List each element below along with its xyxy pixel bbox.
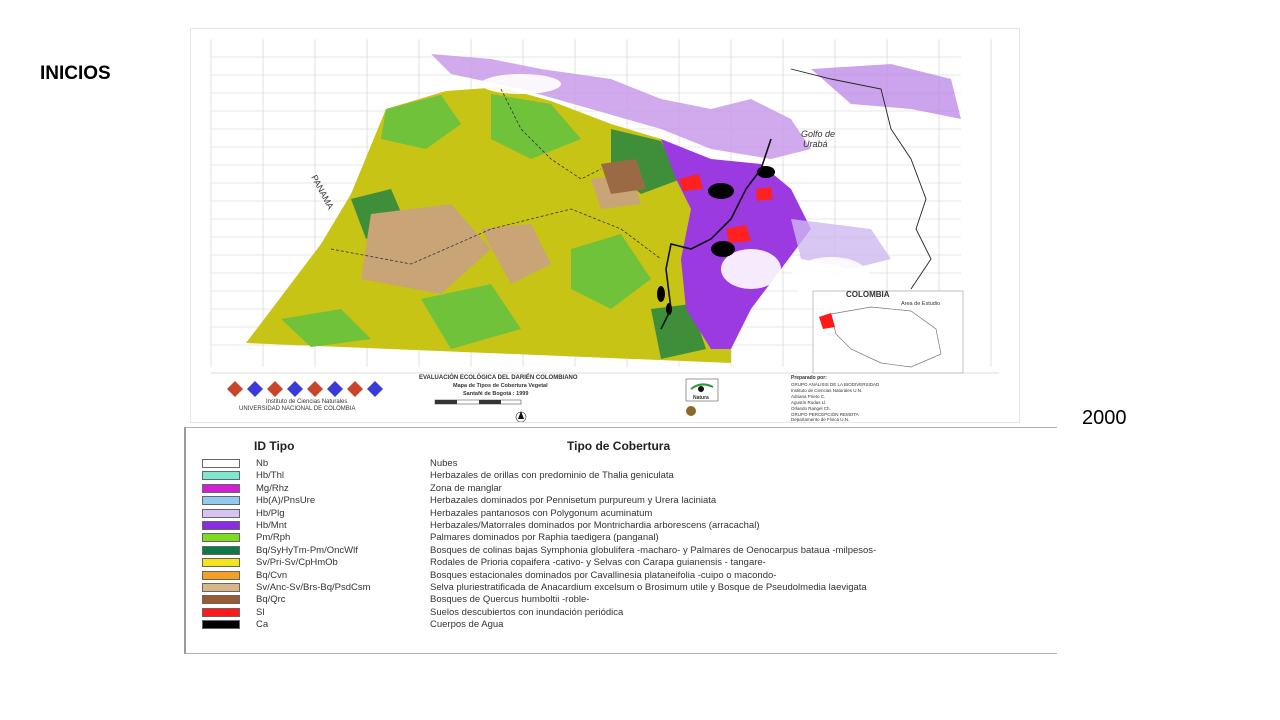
legend-swatch [202,471,240,481]
legend-description: Herbazales dominados por Pennisetum purp… [430,495,717,507]
gulf-label-line2: Urabá [803,139,828,149]
legend-swatch [202,520,240,530]
legend-description: Cuerpos de Agua [430,619,504,631]
legend-code: Hb/Thl [256,470,284,482]
legend-row: Nb Nubes [200,458,1051,470]
legend-swatch [202,570,240,580]
panama-label: PANAMA [309,173,335,211]
legend-swatch [202,582,240,592]
inset-title: COLOMBIA [846,290,890,299]
legend-description: Zona de manglar [430,482,502,494]
legend-swatch [202,607,240,617]
prepared-institute: Instituto de Ciencias Naturales U.N. [791,388,862,393]
legend-row: Bq/SyHyTm-Pm/OncWlf Bosques de colinas ba… [200,545,1051,557]
place-year: Santafé de Bogotá : 1999 [463,391,528,397]
natura-label: Natura [693,395,709,401]
legend-swatch [202,595,240,605]
legend-code: Hb/Plg [256,507,285,519]
legend-row: Ca Cuerpos de Agua [200,619,1051,631]
legend-header-type: Tipo de Cobertura [567,439,671,453]
location-inset: COLOMBIA Area de Estudio [812,290,964,374]
institute-line2: UNIVERSIDAD NACIONAL DE COLOMBIA [239,406,355,412]
legend-code: Bq/SyHyTm-Pm/OncWlf [256,544,358,556]
legend-header-id: ID Tipo [254,439,295,453]
legend-description: Bosques de Quercus humboltii -roble- [430,594,590,606]
map-title: Mapa de Tipos de Cobertura Vegetal [453,383,548,389]
map-canvas: PANAMA Golfo de Urabá COLOMBIA Area de E… [210,39,999,422]
slide-title: INICIOS [40,63,111,84]
legend-swatch [202,620,240,630]
vegetation-map: PANAMA Golfo de Urabá COLOMBIA Area de E… [190,28,1020,423]
legend-row: Bq/Cvn Bosques estacionales dominados por… [200,570,1051,582]
legend-code: Bq/Cvn [256,569,288,581]
legend-description: Herbazales pantanosos con Polygonum acum… [430,507,653,519]
project-title: EVALUACIÓN ECOLÓGICA DEL DARIÉN COLOMBIA… [419,373,578,381]
year-label: 2000 [1082,407,1127,429]
legend-code: Ca [256,619,269,631]
legend-description: Suelos descubiertos con inundación perió… [430,606,624,618]
legend-row: Hb/Thl Herbazales de orillas con predomin… [200,470,1051,482]
legend-code: Nb [256,458,269,469]
legend-row: Hb(A)/PnsUre Herbazales dominados por Pen… [200,495,1051,507]
legend-description: Bosques estacionales dominados por Caval… [430,569,777,581]
legend-description: Palmares dominados por Raphia taedigera … [430,532,659,544]
legend-code: Sv/Anc-Sv/Brs-Bq/PsdCsm [256,581,371,593]
legend-description: Herbazales de orillas con predominio de … [430,470,674,482]
legend-code: Bq/Qrc [256,594,286,606]
legend-row: Hb/Mnt Herbazales/Matorrales dominados po… [200,520,1051,532]
legend-code: Hb(A)/PnsUre [256,495,316,507]
north-arrow-icon [515,411,527,422]
legend-description: Selva pluriestratificada de Anacardium e… [430,581,867,593]
sensing-dept: Departamento de Física U.N. [791,417,849,422]
legend-row: Bq/Qrc Bosques de Quercus humboltii -robl… [200,594,1051,606]
legend-description: Herbazales/Matorrales dominados por Mont… [430,519,760,531]
prepared-group: GRUPO ANÁLISIS DE LA BIODIVERSIDAD [791,381,880,387]
legend-description: Bosques de colinas bajas Symphonia globu… [430,544,877,556]
map-legend: ID Tipo Tipo de Cobertura Nb Nubes Hb/Thl H… [184,427,1057,654]
legend-swatch [202,545,240,555]
legend-row: Mg/Rhz Zona de manglar [200,483,1051,495]
inset-subtitle: Area de Estudio [901,301,940,307]
legend-description: Rodales de Prioria copaifera -cativo- y … [430,557,766,569]
legend-swatch [202,459,240,468]
legend-description: Nubes [430,458,458,469]
legend-swatch [202,533,240,543]
legend-row: Sv/Anc-Sv/Brs-Bq/PsdCsm Selva pluriestrat… [200,582,1051,594]
scale-bar [434,399,522,405]
legend-row: Sv/Pri-Sv/CpHmOb Rodales de Prioria copai… [200,557,1051,569]
legend-row: Sl Suelos descubiertos con inundación per… [200,607,1051,619]
legend-row: Pm/Rph Palmares dominados por Raphia taed… [200,532,1051,544]
legend-code: Mg/Rhz [256,482,289,494]
institute-line1: Instituto de Ciencias Naturales [266,399,347,405]
legend-swatch [202,508,240,518]
author-1: Adriana Prieto C. [791,394,825,399]
author-2: Agustín Rudas Ll. [791,400,827,405]
legend-code: Sv/Pri-Sv/CpHmOb [256,557,338,569]
legend-row: Hb/Plg Herbazales pantanosos con Polygonu… [200,508,1051,520]
institute-logo [227,381,383,397]
legend-code: Sl [256,606,265,618]
legend-swatch [202,483,240,493]
legend-code: Hb/Mnt [256,519,287,531]
prepared-label: Preparado por: [791,375,827,381]
legend-swatch [202,496,240,506]
legend-swatch [202,558,240,568]
ministry-logo [686,406,696,416]
author-3: Orlando Rangel Ch. [791,406,831,411]
legend-rows: Nb Nubes Hb/Thl Herbazales de orillas con p… [200,458,1051,631]
legend-code: Pm/Rph [256,532,291,544]
gulf-label-line1: Golfo de [801,129,835,139]
